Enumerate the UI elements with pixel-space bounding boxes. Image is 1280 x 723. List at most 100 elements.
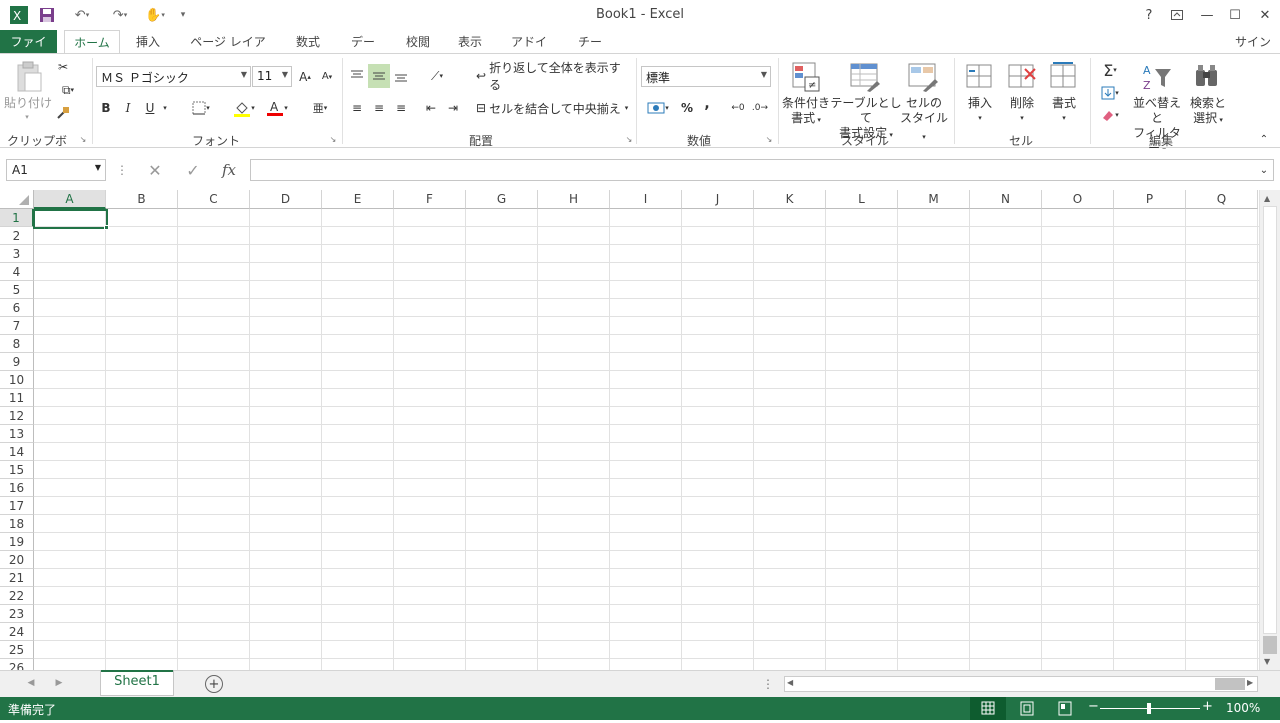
formula-bar-handle-icon[interactable]: ⋮ (116, 161, 128, 179)
percent-button[interactable]: % (678, 98, 696, 118)
underline-dropdown-icon[interactable]: ▾ (160, 98, 170, 118)
row-header[interactable]: 14 (0, 443, 34, 461)
zoom-out-icon[interactable]: − (1088, 699, 1099, 714)
row-header[interactable]: 16 (0, 479, 34, 497)
column-header[interactable]: O (1042, 190, 1114, 209)
align-center-icon[interactable]: ≡ (370, 98, 388, 118)
conditional-format-icon[interactable]: ≠ (790, 60, 822, 94)
row-header[interactable]: 17 (0, 497, 34, 515)
row-header[interactable]: 12 (0, 407, 34, 425)
scroll-thumb[interactable] (1263, 636, 1277, 654)
column-header[interactable]: E (322, 190, 394, 209)
conditional-format-button[interactable]: 条件付き 書式 ▾ (780, 96, 832, 128)
orientation-icon[interactable]: ⟋ ▾ (422, 66, 452, 86)
clear-icon[interactable]: ▾ (1094, 106, 1126, 124)
decrease-indent-icon[interactable]: ⇤ (422, 98, 440, 118)
row-header[interactable]: 13 (0, 425, 34, 443)
minimize-icon[interactable]: — (1192, 4, 1222, 26)
italic-button[interactable]: I (120, 98, 136, 118)
row-header[interactable]: 1 (0, 209, 34, 227)
increase-indent-icon[interactable]: ⇥ (444, 98, 462, 118)
row-header[interactable]: 19 (0, 533, 34, 551)
align-bottom-icon[interactable] (392, 66, 410, 86)
currency-icon[interactable]: ▾ (642, 98, 674, 118)
fill-handle[interactable] (104, 225, 109, 230)
column-header[interactable]: L (826, 190, 898, 209)
row-header[interactable]: 3 (0, 245, 34, 263)
formula-input[interactable] (250, 159, 1274, 181)
merge-center-button[interactable]: ⊟ セルを結合して中央揃え ▾ (476, 98, 630, 118)
ribbon-display-icon[interactable] (1162, 4, 1192, 26)
phonetic-icon[interactable]: 亜 ▾ (304, 98, 336, 118)
cancel-icon[interactable]: ✕ (140, 159, 170, 181)
row-header[interactable]: 4 (0, 263, 34, 281)
new-sheet-icon[interactable]: + (205, 675, 223, 693)
vertical-scrollbar[interactable]: ▲ ▼ (1259, 190, 1280, 670)
delete-cells-icon[interactable] (1006, 60, 1038, 94)
active-cell[interactable] (33, 209, 108, 229)
borders-icon[interactable]: ▾ (186, 98, 216, 118)
page-layout-view-button[interactable] (1010, 697, 1044, 720)
row-header[interactable]: 11 (0, 389, 34, 407)
horizontal-scrollbar[interactable]: ◀ ▶ (784, 676, 1258, 692)
wrap-text-button[interactable]: ↩ 折り返して全体を表示する (476, 61, 626, 92)
font-size-select[interactable]: 11 ▼ (252, 66, 292, 87)
column-header[interactable]: H (538, 190, 610, 209)
comma-button[interactable]: , (700, 94, 714, 114)
insert-cells-icon[interactable] (964, 60, 996, 94)
increase-font-icon[interactable]: A ▴ (296, 66, 314, 87)
underline-button[interactable]: U (142, 98, 158, 118)
paste-dropdown-icon[interactable]: ▾ (22, 110, 32, 125)
tab-data[interactable]: データ (340, 30, 386, 73)
column-header[interactable]: D (250, 190, 322, 209)
column-header[interactable]: B (106, 190, 178, 209)
close-icon[interactable]: ✕ (1250, 4, 1280, 26)
format-painter-icon[interactable] (54, 104, 72, 122)
find-select-button[interactable]: 検索と 選択 ▾ (1186, 96, 1230, 128)
normal-view-button[interactable] (970, 697, 1006, 720)
sheet-tab-sheet1[interactable]: Sheet1 (100, 670, 174, 696)
insert-function-button[interactable]: fx (214, 159, 244, 181)
worksheet-grid[interactable]: ABCDEFGHIJKLMNOPQ 1 2 3 4 5 6 7 8 9 10 11 12 13 14 15 1… (0, 190, 1280, 670)
font-launcher-icon[interactable]: ↘ (328, 134, 338, 144)
autosum-icon[interactable]: Σ ▾ (1094, 60, 1126, 80)
column-header[interactable]: K (754, 190, 826, 209)
row-header[interactable]: 23 (0, 605, 34, 623)
row-header[interactable]: 18 (0, 515, 34, 533)
row-header[interactable]: 8 (0, 335, 34, 353)
tab-formulas[interactable]: 数式 (287, 30, 329, 54)
row-header[interactable]: 6 (0, 299, 34, 317)
font-color-icon[interactable]: A ▾ (262, 98, 292, 118)
column-header[interactable]: N (970, 190, 1042, 209)
signin-link[interactable]: サインイン (1226, 30, 1280, 73)
number-launcher-icon[interactable]: ↘ (764, 134, 774, 144)
cut-icon[interactable]: ✂ (54, 58, 72, 76)
zoom-slider-thumb[interactable] (1147, 703, 1151, 714)
column-header[interactable]: J (682, 190, 754, 209)
collapse-ribbon-icon[interactable]: ⌃ (1256, 132, 1272, 146)
row-header[interactable]: 5 (0, 281, 34, 299)
row-header[interactable]: 15 (0, 461, 34, 479)
find-select-icon[interactable] (1192, 60, 1222, 94)
zoom-in-icon[interactable]: + (1202, 699, 1213, 714)
cell-styles-icon[interactable] (906, 60, 940, 94)
hscroll-thumb[interactable] (1215, 678, 1245, 690)
format-cells-button[interactable]: 書式 ▾ (1044, 96, 1084, 126)
name-box[interactable]: A1 ▼ (6, 159, 106, 181)
column-header[interactable]: Q (1186, 190, 1258, 209)
alignment-launcher-icon[interactable]: ↘ (624, 134, 634, 144)
select-all-corner[interactable] (0, 190, 34, 209)
fill-icon[interactable]: ▾ (1094, 84, 1126, 102)
splitter-handle-icon[interactable]: ⋮ (762, 676, 774, 692)
bold-button[interactable]: B (98, 98, 114, 118)
tab-insert[interactable]: 挿入 (128, 30, 168, 54)
zoom-level[interactable]: 100% (1226, 701, 1260, 715)
tab-page-layout[interactable]: ページ レイアウト (181, 30, 275, 73)
fill-color-icon[interactable]: ▾ (228, 98, 260, 118)
row-header[interactable]: 26 (0, 659, 34, 670)
row-header[interactable]: 20 (0, 551, 34, 569)
next-sheet-icon[interactable]: ▶ (52, 676, 66, 690)
paste-button[interactable]: 貼り付け (4, 96, 52, 111)
decrease-font-icon[interactable]: A ▾ (318, 66, 336, 87)
tab-review[interactable]: 校閲 (398, 30, 438, 54)
